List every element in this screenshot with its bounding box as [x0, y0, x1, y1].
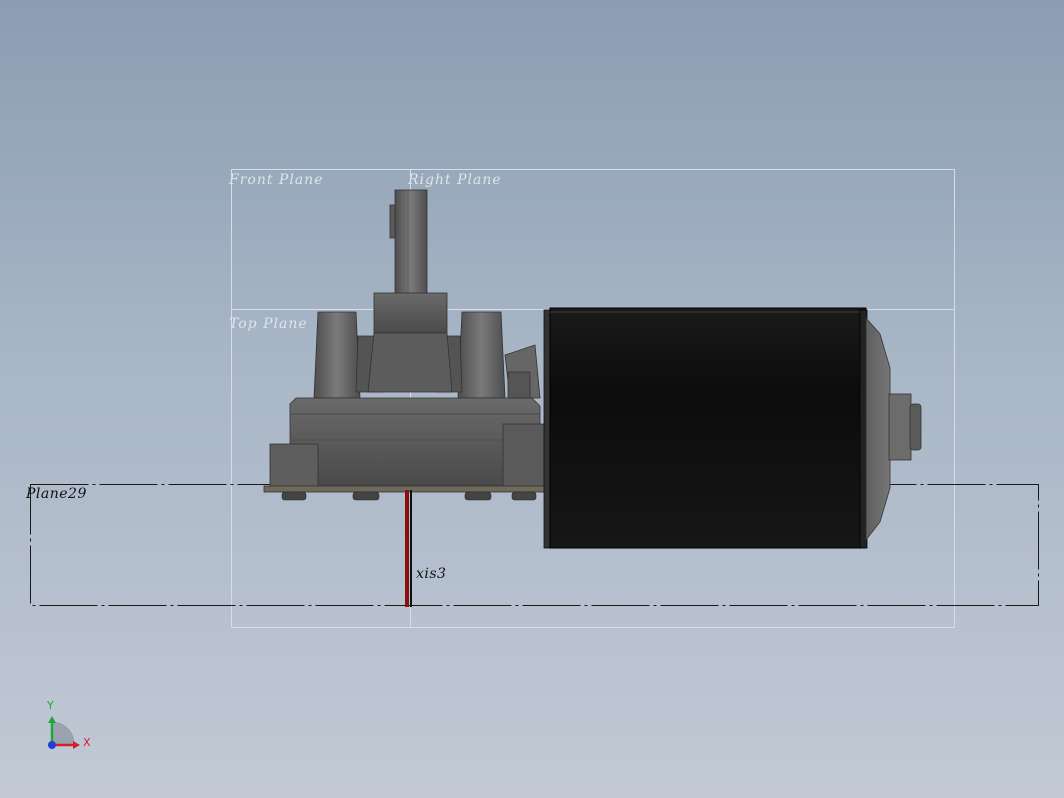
- axis3[interactable]: [405, 490, 412, 607]
- triad: [48, 716, 80, 749]
- top-plane-label: Top Plane: [229, 316, 308, 332]
- axis3-label: xis3: [416, 566, 447, 582]
- cad-viewport[interactable]: Front Plane Right Plane Top Plane Plane2…: [0, 0, 1064, 798]
- triad-z-icon: [48, 741, 56, 749]
- right-plane-label: Right Plane: [408, 172, 502, 188]
- motor-end-cap[interactable]: [865, 316, 922, 542]
- motor-body[interactable]: [543, 307, 868, 549]
- plane29-label: Plane29: [26, 486, 87, 502]
- front-plane-label: Front Plane: [229, 172, 324, 188]
- triad-y-label: Y: [47, 699, 54, 712]
- output-shaft[interactable]: [389, 189, 428, 295]
- triad-x-label: X: [83, 736, 91, 749]
- plane29[interactable]: [30, 484, 1039, 606]
